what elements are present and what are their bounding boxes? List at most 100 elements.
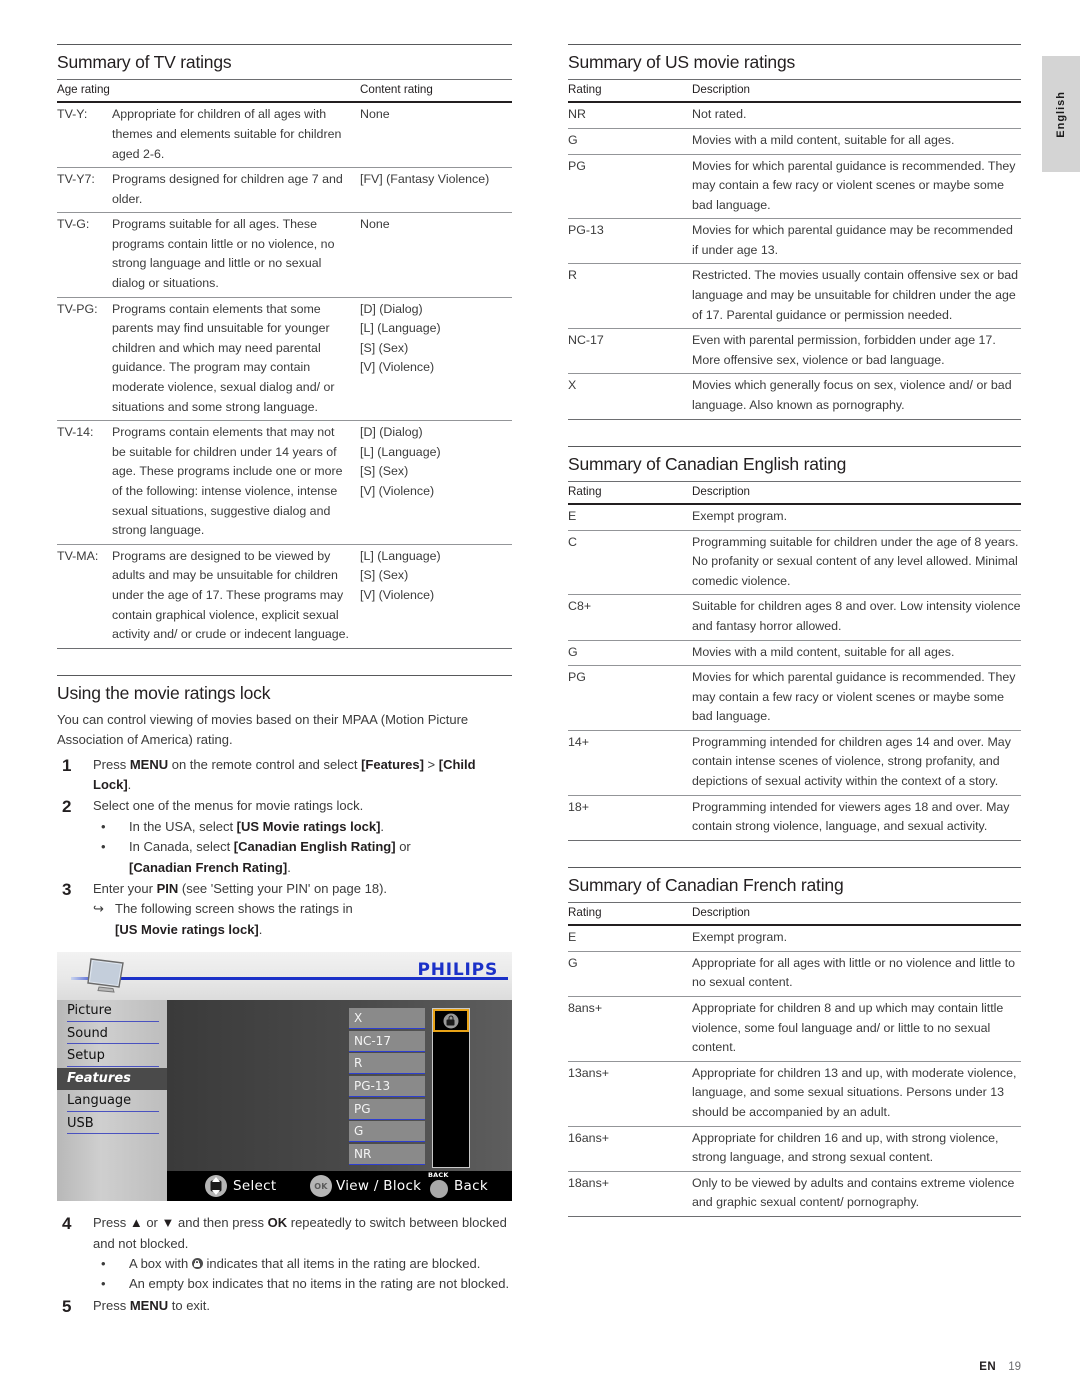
- osd-hint-select: Select: [205, 1171, 276, 1201]
- osd-block-box-nr[interactable]: [433, 1144, 469, 1168]
- us-rating-code: G: [568, 128, 692, 155]
- us-rating-code: R: [568, 263, 692, 330]
- step-4-text-b: or: [142, 1215, 162, 1231]
- cafr-rating-description: Exempt program.: [692, 925, 1021, 952]
- osd-block-box-pg[interactable]: [433, 1099, 469, 1123]
- tv-rating-code: TV-Y:: [57, 102, 112, 169]
- lock-icon: [191, 1258, 203, 1270]
- step-1-number: 1: [62, 755, 72, 775]
- tv-ratings-title: Summary of TV ratings: [57, 52, 232, 72]
- osd-header-bar: PHILIPS: [57, 952, 512, 1001]
- caen-rating-code: 14+: [568, 730, 692, 796]
- osd-menu-item-usb[interactable]: USB: [57, 1113, 167, 1136]
- osd-rating-row: PG: [349, 1098, 425, 1122]
- osd-menu-item-language[interactable]: Language: [57, 1090, 167, 1113]
- osd-menu-item-features[interactable]: Features: [57, 1067, 167, 1091]
- us-rating-code: X: [568, 373, 692, 420]
- step-3-number: 3: [62, 880, 72, 899]
- step-2-bullet-2: • In Canada, select [Canadian English Rat…: [93, 837, 512, 857]
- manual-page: English Summary of TV ratings Age rating…: [0, 0, 1080, 1397]
- osd-body: Picture Sound Setup Features Language USB X NC…: [57, 1000, 512, 1202]
- tv-rating-code: TV-Y7:: [57, 167, 112, 214]
- osd-rating-label-nc-17[interactable]: NC-17: [349, 1030, 425, 1052]
- osd-menu-item-picture[interactable]: Picture: [57, 1000, 167, 1023]
- left-column: Summary of TV ratings Age rating Content…: [57, 44, 512, 1317]
- caen-rating-code: G: [568, 640, 692, 667]
- caen-rating-description: Suitable for children ages 8 and over. L…: [692, 594, 1021, 641]
- bullet-icon: •: [101, 818, 106, 834]
- content-rating-tag: [L] (Language): [360, 548, 441, 563]
- osd-rating-label-pg[interactable]: PG: [349, 1098, 425, 1120]
- tv-content-rating: [D] (Dialog) [L] (Language) [S] (Sex) [V] (…: [360, 297, 512, 422]
- caen-rating-description: Movies with a mild content, suitable for…: [692, 640, 1021, 667]
- step-3-result: ↪ The following screen shows the ratings…: [93, 899, 512, 940]
- movie-lock-title: Using the movie ratings lock: [57, 682, 271, 703]
- step-2-number: 2: [62, 797, 72, 817]
- step-5-text-a: Press: [93, 1297, 130, 1313]
- osd-rating-row: NR: [349, 1143, 425, 1167]
- section-rule: [568, 866, 1021, 868]
- osd-block-box-x[interactable]: [433, 1009, 469, 1032]
- step-4-bullet-1-pre: A box with: [129, 1256, 192, 1272]
- section-rule: [568, 445, 1021, 447]
- tv-osd-screenshot: PHILIPS Picture Sound Setup Features Languag…: [57, 952, 512, 1202]
- tv-set-icon: [87, 958, 124, 993]
- us-rating-description: Movies with a mild content, suitable for…: [692, 128, 1021, 155]
- tv-rating-description: Programs suitable for all ages. These pr…: [112, 212, 360, 298]
- osd-hint-bar: Select OK View / Block BACK Back: [167, 1171, 512, 1202]
- us-rating-description: Movies for which parental guidance may b…: [692, 218, 1021, 265]
- can-en-header-rating: Rating: [568, 480, 692, 505]
- step-5-text-b: to exit.: [168, 1297, 211, 1313]
- section-rule: [57, 674, 512, 676]
- osd-block-boxes[interactable]: [432, 1008, 470, 1169]
- osd-block-box-r[interactable]: [433, 1054, 469, 1077]
- osd-block-box-g[interactable]: [433, 1122, 469, 1145]
- step-4-bullet-1-post: indicates that all items in the rating a…: [202, 1256, 481, 1272]
- tv-rating-code: TV-G:: [57, 212, 112, 298]
- right-column: Summary of US movie ratings Rating Descr…: [568, 44, 1021, 1217]
- osd-hint-select-label: Select: [233, 1178, 277, 1195]
- osd-menu-item-setup[interactable]: Setup: [57, 1045, 167, 1068]
- language-side-tab-label: English: [1055, 90, 1067, 138]
- table-row: 16ans+ Appropriate for children 16 and up…: [568, 1126, 1021, 1172]
- content-rating-tag: [D] (Dialog): [360, 425, 423, 440]
- tv-content-rating: None: [360, 212, 512, 298]
- osd-hint-view-block-label: View / Block: [336, 1178, 422, 1195]
- canadian-english-title: Summary of Canadian English rating: [568, 453, 847, 474]
- step-1-text-d: .: [127, 776, 132, 792]
- caen-rating-code: C8+: [568, 594, 692, 641]
- table-row: 18+ Programming intended for viewers ages…: [568, 795, 1021, 841]
- key-menu: MENU: [129, 1297, 169, 1313]
- can-en-header-description: Description: [692, 480, 1021, 505]
- content-rating-tag: [S] (Sex): [360, 464, 409, 479]
- osd-rating-label-nr[interactable]: NR: [349, 1143, 425, 1165]
- osd-menu-list[interactable]: Picture Sound Setup Features Language USB: [57, 1000, 167, 1202]
- osd-rating-label-x[interactable]: X: [349, 1008, 425, 1030]
- us-movie-title: Summary of US movie ratings: [568, 52, 796, 72]
- content-rating-tag: [L] (Language): [360, 321, 441, 336]
- tv-ratings-header-age: Age rating: [57, 79, 360, 104]
- step-2: 2 Select one of the menus for movie rati…: [57, 796, 512, 878]
- table-row: 14+ Programming intended for children age…: [568, 730, 1021, 796]
- osd-rating-label-pg-13[interactable]: PG-13: [349, 1076, 425, 1097]
- osd-block-box-nc-17[interactable]: [433, 1031, 469, 1055]
- us-rating-code: NR: [568, 102, 692, 129]
- section-movie-ratings-lock: Using the movie ratings lock You can con…: [57, 674, 512, 1317]
- table-row: C Programming suitable for children under…: [568, 530, 1021, 596]
- bullet-icon: •: [101, 1276, 106, 1292]
- osd-block-box-pg-13[interactable]: [433, 1077, 469, 1100]
- table-row: TV-14: Programs contain elements that may…: [57, 420, 512, 545]
- bullet-icon: •: [101, 1256, 106, 1272]
- cafr-rating-description: Appropriate for children 13 and up, with…: [692, 1061, 1021, 1127]
- table-row: G Movies with a mild content, suitable fo…: [568, 640, 1021, 667]
- content-rating-tag: [V] (Violence): [360, 360, 435, 375]
- osd-rating-label-r[interactable]: R: [349, 1053, 425, 1075]
- caen-rating-code: 18+: [568, 795, 692, 841]
- step-2-bullet-1: • In the USA, select [US Movie ratings lo…: [93, 817, 512, 837]
- table-row: G Movies with a mild content, suitable fo…: [568, 128, 1021, 155]
- step-4-text-c: and then press: [174, 1215, 268, 1231]
- page-footer: EN 19: [979, 1361, 1021, 1373]
- osd-rating-label-g[interactable]: G: [349, 1121, 425, 1143]
- content-rating-tag: [S] (Sex): [360, 568, 409, 583]
- osd-menu-item-sound[interactable]: Sound: [57, 1023, 167, 1046]
